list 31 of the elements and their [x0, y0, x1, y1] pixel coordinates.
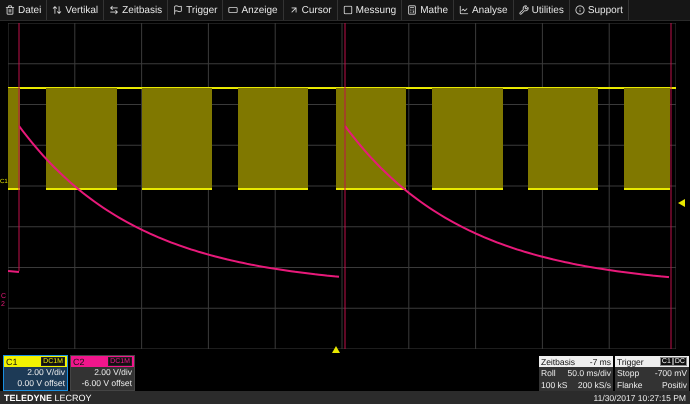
- channel-scale: 2.00 V/div: [26, 367, 66, 378]
- menu-button[interactable]: Support: [570, 0, 629, 20]
- channel-offset: -6.00 V offset: [80, 378, 133, 389]
- timebase-mode: Roll: [541, 367, 556, 379]
- channel-offset: 0.00 V offset: [16, 378, 66, 389]
- menu-button[interactable]: Messung: [338, 0, 402, 20]
- channel-name: C2: [73, 356, 85, 366]
- menu-button[interactable]: Trigger: [168, 0, 224, 20]
- sample-count: 100 kS: [541, 379, 568, 391]
- menu-button[interactable]: Cursor: [284, 0, 338, 20]
- menu-button[interactable]: Datei: [0, 0, 48, 20]
- trigger-type: Flanke: [617, 379, 643, 391]
- trigger-level: -700 mV: [654, 367, 687, 379]
- timebase-panel[interactable]: Zeitbasis -7 ms Roll 50.0 ms/div 100 kS 200 kS/s: [539, 356, 613, 391]
- sample-rate: 200 kS/s: [578, 379, 611, 391]
- channel-scale: 2.00 V/div: [93, 367, 133, 378]
- date-time: 11/30/2017 10:27:15 PM: [594, 392, 686, 402]
- menu-button[interactable]: Vertikal: [47, 0, 104, 20]
- brand-logo: TELEDYNE LECROY: [4, 392, 92, 402]
- channel-name: C1: [6, 356, 18, 366]
- panel-title: Zeitbasis: [541, 356, 576, 366]
- menu-button[interactable]: Anzeige: [223, 0, 284, 20]
- menu-button[interactable]: Utilities: [514, 0, 570, 20]
- timebase-scale: 50.0 ms/div: [568, 367, 611, 379]
- panel-title: Trigger: [617, 356, 644, 366]
- timebase-delay: -7 ms: [590, 356, 611, 366]
- menu-button[interactable]: Analyse: [454, 0, 514, 20]
- trigger-state: Stopp: [617, 367, 640, 379]
- menu-button[interactable]: Zeitbasis: [104, 0, 168, 20]
- trigger-slope: Positiv: [662, 379, 687, 391]
- menu-button[interactable]: Mathe: [402, 0, 454, 20]
